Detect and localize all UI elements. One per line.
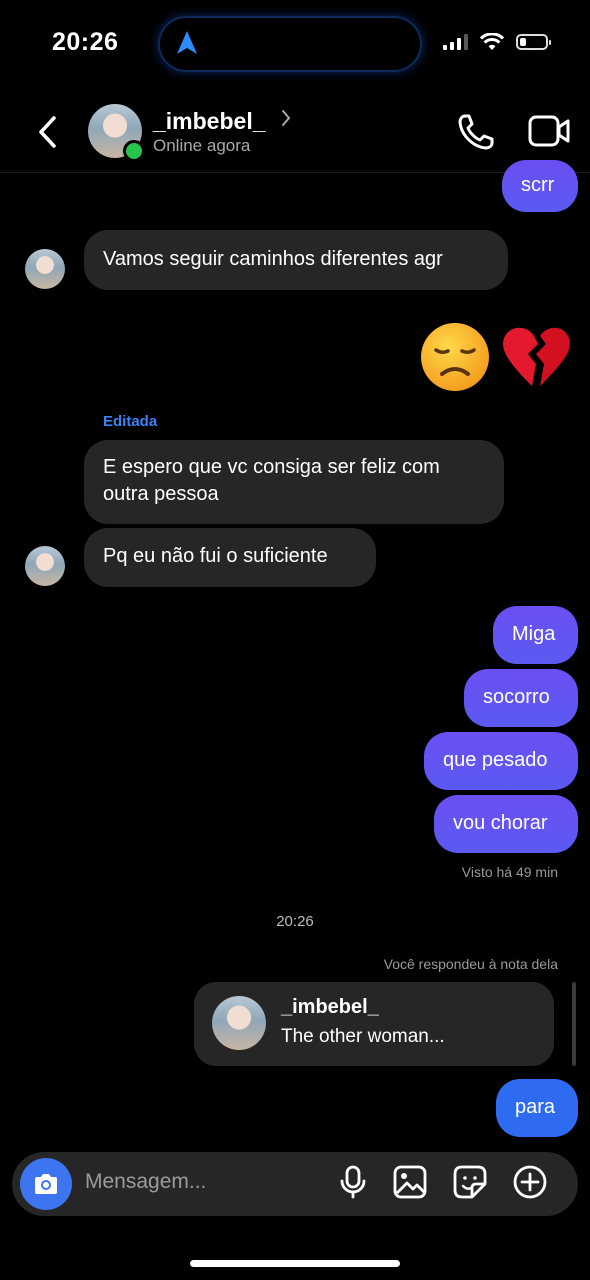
broken-heart-emoji[interactable] [500,324,572,390]
time-separator: 20:26 [276,913,314,930]
camera-button[interactable] [20,1158,72,1210]
note-avatar [212,996,266,1050]
battery-level [520,38,526,46]
dynamic-island [158,16,422,72]
camera-icon [35,1174,57,1194]
battery-icon [516,34,551,50]
message-incoming[interactable]: Pq eu não fui o suficiente [84,528,376,587]
seen-receipt: Visto há 49 min [461,864,558,880]
note-text: The other woman... [281,1026,445,1047]
chevron-right-icon[interactable] [280,108,292,128]
wifi-icon [480,33,504,50]
sticker-icon[interactable] [452,1164,488,1200]
cellular-signal-icon [443,34,468,50]
video-camera-icon[interactable] [528,114,570,148]
scrollbar-thumb[interactable] [572,982,576,1066]
status-time: 20:26 [52,28,119,56]
message-incoming[interactable]: E espero que vc consiga ser feliz com ou… [84,440,504,524]
message-outgoing[interactable]: scrr [502,160,578,212]
microphone-icon[interactable] [335,1164,371,1200]
home-indicator[interactable] [190,1260,400,1267]
message-line: outra pessoa [103,483,219,505]
message-outgoing[interactable]: Miga [493,606,578,664]
contact-username[interactable]: _imbebel_ [153,108,266,135]
contact-status: Online agora [153,136,251,155]
message-incoming[interactable]: Vamos seguir caminhos diferentes agr [84,230,508,290]
message-input[interactable]: Mensagem... [85,1170,206,1194]
sender-avatar[interactable] [25,249,65,289]
back-chevron-icon[interactable] [32,112,66,152]
plus-circle-icon[interactable] [512,1164,548,1200]
message-outgoing[interactable]: vou chorar [434,795,578,853]
message-outgoing[interactable]: que pesado [424,732,578,790]
phone-icon[interactable] [456,112,496,152]
message-outgoing[interactable]: socorro [464,669,578,727]
message-line: E espero que vc consiga ser feliz com [103,456,440,478]
navigation-arrow-icon [177,31,197,54]
image-icon[interactable] [392,1164,428,1200]
online-indicator [123,140,145,162]
note-username: _imbebel_ [281,996,379,1018]
message-outgoing[interactable]: para [496,1079,578,1137]
status-icons [443,33,551,51]
header-divider [0,172,590,173]
sender-avatar[interactable] [25,546,65,586]
edited-label: Editada [103,413,158,430]
disappointed-face-emoji[interactable] [420,322,490,392]
note-reply-label: Você respondeu à nota dela [383,956,558,972]
